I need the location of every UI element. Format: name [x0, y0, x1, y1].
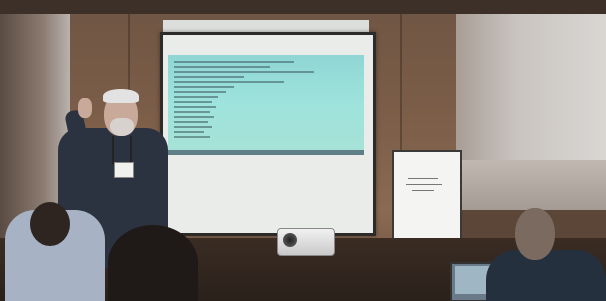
name-badge [114, 162, 134, 178]
audience-member-center [108, 225, 198, 301]
ceiling [0, 0, 606, 14]
audience-head-right [515, 208, 555, 260]
audience-member-right [486, 250, 606, 301]
flipchart [392, 150, 462, 247]
presenter-hand [78, 98, 92, 118]
audience-head-left [30, 202, 70, 246]
presenter-hair [103, 89, 139, 103]
presenter-beard [110, 118, 134, 136]
lanyard [112, 136, 132, 164]
projector-lens [283, 233, 297, 247]
photo-scene [0, 0, 606, 301]
projected-terminal-image [168, 55, 364, 155]
projected-taskbar [168, 150, 364, 155]
